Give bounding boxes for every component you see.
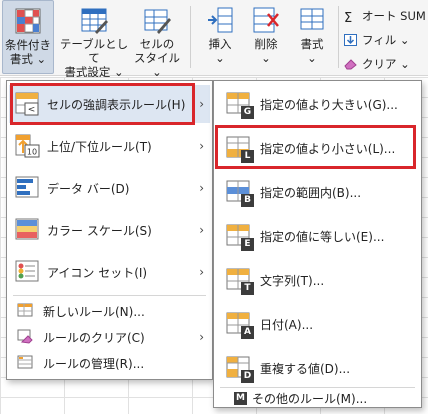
menu-item-manage-rules[interactable]: ルールの管理(R)...: [7, 351, 212, 375]
format-as-table-label: テーブルとして 書式設定 ⌄: [59, 37, 129, 79]
ribbon-separator: [338, 6, 339, 68]
conditional-formatting-button[interactable]: 条件付き 書式 ⌄: [2, 0, 54, 74]
submenu-arrow-icon: ›: [199, 181, 204, 195]
menu-item-label: ルールの管理(R)...: [43, 356, 145, 371]
icon-sets-icon: [15, 259, 41, 285]
more-rules-icon: M: [234, 391, 248, 405]
submenu-arrow-icon: ›: [199, 97, 204, 111]
text-contains-badge: T: [241, 282, 254, 295]
insert-label: 挿入 ⌄: [208, 37, 232, 65]
menu-item-color-scales[interactable]: カラー スケール(S) ›: [7, 211, 212, 249]
conditional-formatting-label: 条件付き 書式 ⌄: [5, 38, 51, 66]
cell-styles-icon: [143, 6, 171, 34]
autosum-button[interactable]: Σ オート SUM: [344, 8, 426, 25]
greater-than-icon: G: [226, 91, 254, 119]
submenu-item-between[interactable]: B 指定の範囲内(B)...: [214, 171, 421, 213]
less-than-icon: L: [226, 135, 254, 163]
cell-styles-button[interactable]: セルの スタイル ⌄: [132, 0, 182, 79]
submenu-item-label: 文字列(T)...: [260, 273, 325, 288]
clear-button[interactable]: クリア ⌄: [344, 56, 410, 72]
ribbon: 条件付き 書式 ⌄ テーブルとして 書式設定 ⌄ セルの スタイル ⌄ 挿入 ⌄…: [0, 0, 428, 79]
equal-to-badge: E: [241, 238, 254, 251]
ribbon-separator: [190, 6, 191, 68]
color-scales-icon: [15, 217, 41, 243]
submenu-item-more-rules[interactable]: M その他のルール(M)...: [214, 389, 421, 407]
duplicate-values-icon: D: [226, 355, 254, 383]
duplicate-values-badge: D: [241, 370, 254, 383]
submenu-item-duplicate-values[interactable]: D 重複する値(D)...: [214, 347, 421, 389]
insert-cells-icon: [206, 6, 234, 34]
text-contains-icon: T: [226, 267, 254, 295]
menu-divider: [13, 295, 206, 296]
format-cells-icon: [298, 6, 326, 34]
submenu-arrow-icon: ›: [199, 223, 204, 237]
submenu-item-date-occurring[interactable]: A 日付(A)...: [214, 303, 421, 345]
format-as-table-icon: [80, 6, 108, 34]
fill-button[interactable]: フィル ⌄: [344, 32, 410, 48]
menu-item-label: セルの強調表示ルール(H): [47, 97, 186, 112]
sigma-icon: Σ: [344, 11, 353, 26]
svg-text:<: <: [28, 105, 36, 115]
submenu-arrow-icon: ›: [199, 330, 204, 344]
submenu-item-label: 指定の範囲内(B)...: [260, 185, 362, 200]
menu-item-highlight-cells-rules[interactable]: < セルの強調表示ルール(H) ›: [7, 85, 212, 123]
less-than-badge: L: [241, 150, 254, 163]
menu-item-top-bottom-rules[interactable]: 10 上位/下位ルール(T) ›: [7, 127, 212, 165]
submenu-item-label: 日付(A)...: [260, 317, 314, 332]
submenu-item-label: 指定の値より大きい(G)...: [260, 97, 398, 112]
fill-label: フィル ⌄: [362, 33, 410, 47]
fill-down-icon: [344, 34, 358, 46]
eraser-icon: [344, 58, 358, 70]
conditional-formatting-menu: < セルの強調表示ルール(H) › 10 上位/下位ルール(T) › データ バ…: [6, 80, 213, 380]
menu-item-data-bars[interactable]: データ バー(D) ›: [7, 169, 212, 207]
submenu-item-equal-to[interactable]: E 指定の値に等しい(E)...: [214, 215, 421, 257]
format-button[interactable]: 書式 ⌄: [290, 0, 334, 74]
format-as-table-button[interactable]: テーブルとして 書式設定 ⌄: [58, 0, 130, 79]
greater-than-badge: G: [241, 106, 254, 119]
menu-item-label: カラー スケール(S): [47, 223, 152, 238]
submenu-item-greater-than[interactable]: G 指定の値より大きい(G)...: [214, 83, 421, 125]
menu-item-clear-rules[interactable]: ルールのクリア(C) ›: [7, 325, 212, 349]
delete-label: 削除 ⌄: [254, 37, 278, 65]
conditional-formatting-icon: [14, 7, 42, 35]
submenu-item-less-than[interactable]: L 指定の値より小さい(L)...: [214, 127, 421, 169]
new-rule-icon: [17, 302, 35, 320]
date-occurring-badge: A: [241, 326, 254, 339]
insert-button[interactable]: 挿入 ⌄: [198, 0, 242, 74]
menu-item-icon-sets[interactable]: アイコン セット(I) ›: [7, 253, 212, 291]
data-bars-icon: [15, 175, 41, 201]
clear-rules-icon: [17, 328, 35, 346]
between-icon: B: [226, 179, 254, 207]
menu-item-label: アイコン セット(I): [47, 265, 148, 280]
highlight-rules-submenu: G 指定の値より大きい(G)... L 指定の値より小さい(L)... B 指定…: [213, 80, 422, 408]
clear-label: クリア ⌄: [362, 57, 410, 71]
submenu-item-label: 重複する値(D)...: [260, 361, 351, 376]
top-bottom-icon: 10: [15, 133, 41, 159]
format-label: 書式 ⌄: [300, 37, 324, 65]
manage-rules-icon: [17, 354, 35, 372]
equal-to-icon: E: [226, 223, 254, 251]
submenu-arrow-icon: ›: [199, 265, 204, 279]
submenu-item-text-contains[interactable]: T 文字列(T)...: [214, 259, 421, 301]
more-rules-badge: M: [234, 392, 247, 405]
cell-styles-label: セルの スタイル ⌄: [134, 37, 180, 79]
submenu-divider: [220, 387, 415, 388]
menu-item-label: 新しいルール(N)...: [43, 304, 145, 319]
highlight-rules-icon: <: [15, 91, 41, 117]
top-bottom-badge: 10: [27, 148, 37, 157]
menu-item-label: ルールのクリア(C): [43, 330, 145, 345]
delete-cells-icon: [252, 6, 280, 34]
menu-item-label: データ バー(D): [47, 181, 130, 196]
delete-button[interactable]: 削除 ⌄: [244, 0, 288, 74]
submenu-arrow-icon: ›: [199, 139, 204, 153]
submenu-item-label: 指定の値より小さい(L)...: [260, 141, 396, 156]
autosum-label: オート SUM: [362, 9, 426, 23]
submenu-item-label: その他のルール(M)...: [252, 391, 368, 406]
between-badge: B: [241, 194, 254, 207]
menu-item-label: 上位/下位ルール(T): [47, 139, 152, 154]
menu-item-new-rule[interactable]: 新しいルール(N)...: [7, 299, 212, 323]
submenu-item-label: 指定の値に等しい(E)...: [260, 229, 385, 244]
date-occurring-icon: A: [226, 311, 254, 339]
